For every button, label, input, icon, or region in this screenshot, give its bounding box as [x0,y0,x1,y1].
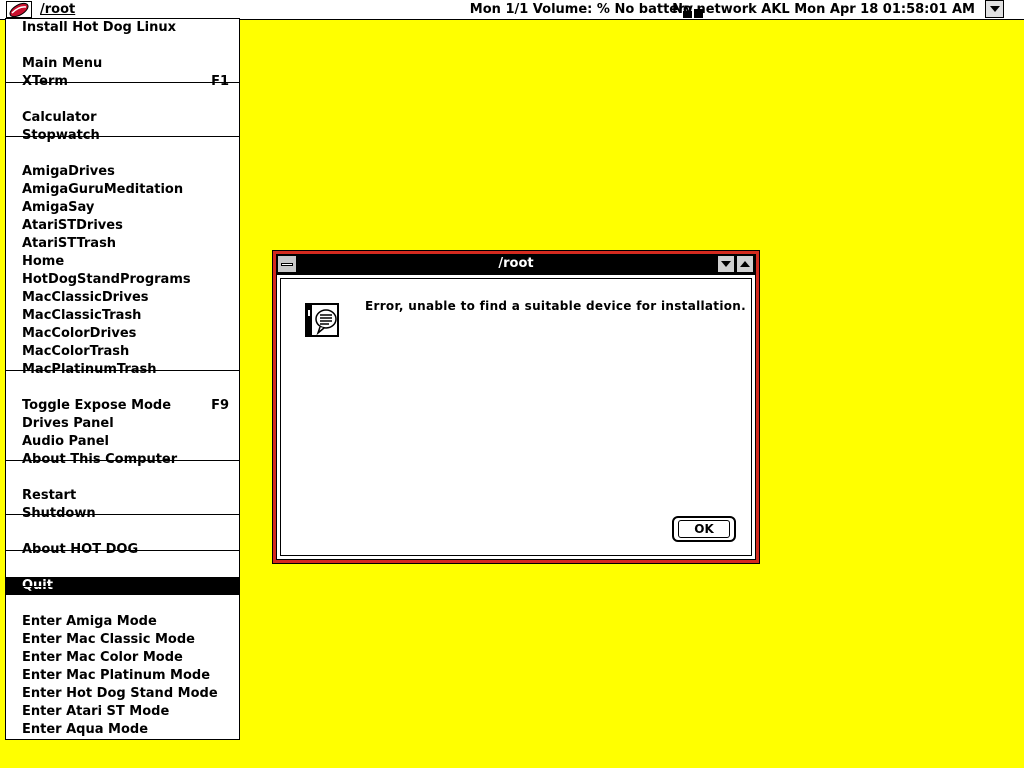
menu-item-ataristtrash[interactable]: AtariSTTrash [6,235,239,253]
menu-separator [6,586,239,587]
menu-item-restart[interactable]: Restart [6,487,239,505]
menu-item-shortcut: F9 [211,398,229,413]
menu-item-label: Main Menu [22,56,103,71]
menu-item-label: Home [22,254,65,269]
alert-note-icon [305,303,339,337]
menu-item-label: AmigaSay [22,200,95,215]
menu-item-label: Enter Hot Dog Stand Mode [22,686,218,701]
menu-item-enter-hot-dog-stand-mode[interactable]: Enter Hot Dog Stand Mode [6,685,239,703]
menu-item-label: Enter Mac Color Mode [22,650,183,665]
ok-button[interactable]: OK [672,516,736,542]
menu-item-enter-mac-platinum-mode[interactable]: Enter Mac Platinum Mode [6,667,239,685]
menu-item-home[interactable]: Home [6,253,239,271]
dialog-title: /root [498,256,534,271]
menu-item-label: MacColorDrives [22,326,137,341]
dialog-titlebar[interactable]: /root [276,254,756,274]
menu-separator [6,460,239,461]
menu-separator [6,550,239,551]
menu-item-label: Calculator [22,110,97,125]
menubar-dropdown-button[interactable] [985,0,1004,18]
menu-item-label: Drives Panel [22,416,114,431]
menu-item-install-hot-dog-linux[interactable]: Install Hot Dog Linux [6,19,239,37]
menu-item-label: AmigaDrives [22,164,115,179]
triangle-up-icon [740,261,750,267]
dialog-body: Error, unable to find a suitable device … [276,274,756,560]
menu-separator [6,370,239,371]
menu-item-label: HotDogStandPrograms [22,272,191,287]
menu-item-main-menu[interactable]: Main Menu [6,55,239,73]
menu-item-maccolortrash[interactable]: MacColorTrash [6,343,239,361]
menu-separator [6,136,239,137]
menu-bar: /root Mon 1/1 Volume: % No battery No ne… [0,0,1024,20]
chevron-down-icon [990,6,1000,12]
menu-item-drives-panel[interactable]: Drives Panel [6,415,239,433]
error-message: Error, unable to find a suitable device … [365,299,747,313]
minimize-button[interactable] [717,255,735,273]
menu-item-label: Audio Panel [22,434,110,449]
menu-item-calculator[interactable]: Calculator [6,109,239,127]
menu-item-amigadrives[interactable]: AmigaDrives [6,163,239,181]
menu-item-enter-atari-st-mode[interactable]: Enter Atari ST Mode [6,703,239,721]
menu-item-enter-amiga-mode[interactable]: Enter Amiga Mode [6,613,239,631]
menu-item-label: Toggle Expose Mode [22,398,172,413]
menu-item-toggle-expose-mode[interactable]: Toggle Expose Mode F9 [6,397,239,415]
menu-item-macclassictrash[interactable]: MacClassicTrash [6,307,239,325]
menu-item-amigagurumeditation[interactable]: AmigaGuruMeditation [6,181,239,199]
menu-item-label: Enter Mac Platinum Mode [22,668,211,683]
menu-separator [6,82,239,83]
triangle-down-icon [721,261,731,267]
error-dialog: /root Error, unable to find a suitable d… [272,250,760,564]
menu-item-label: AtariSTTrash [22,236,117,251]
hotdog-icon[interactable] [6,1,32,18]
menu-item-enter-aqua-mode[interactable]: Enter Aqua Mode [6,721,239,739]
ok-button-label: OK [678,520,730,538]
menu-item-label: MacColorTrash [22,344,130,359]
menu-item-audio-panel[interactable]: Audio Panel [6,433,239,451]
menu-item-ataristdrives[interactable]: AtariSTDrives [6,217,239,235]
menubar-title[interactable]: /root [40,2,75,17]
menu-separator [6,514,239,515]
menu-item-enter-mac-color-mode[interactable]: Enter Mac Color Mode [6,649,239,667]
dialog-content: Error, unable to find a suitable device … [280,278,752,556]
menu-item-label: MacClassicDrives [22,290,149,305]
menu-item-label: MacClassicTrash [22,308,142,323]
menu-item-label: Restart [22,488,77,503]
menu-item-amigasay[interactable]: AmigaSay [6,199,239,217]
main-dropdown-menu: Install Hot Dog Linux Main Menu XTerm F1 Cal… [5,18,240,740]
menu-item-enter-mac-classic-mode[interactable]: Enter Mac Classic Mode [6,631,239,649]
status-network-clock: No network AKL Mon Apr 18 01:58:01 AM [672,2,975,17]
menu-item-maccolordrives[interactable]: MacColorDrives [6,325,239,343]
menu-item-macclassicdrives[interactable]: MacClassicDrives [6,289,239,307]
menu-item-label: Enter Aqua Mode [22,722,149,737]
maximize-button[interactable] [736,255,754,273]
status-date-volume-battery: Mon 1/1 Volume: % No battery [469,2,693,17]
menu-item-label: Enter Amiga Mode [22,614,157,629]
menu-item-label: AmigaGuruMeditation [22,182,184,197]
menu-item-label: Enter Mac Classic Mode [22,632,195,647]
menu-item-label: AtariSTDrives [22,218,123,233]
menu-item-label: Install Hot Dog Linux [22,20,176,35]
menu-item-label: Enter Atari ST Mode [22,704,170,719]
menu-item-hotdogstandprograms[interactable]: HotDogStandPrograms [6,271,239,289]
